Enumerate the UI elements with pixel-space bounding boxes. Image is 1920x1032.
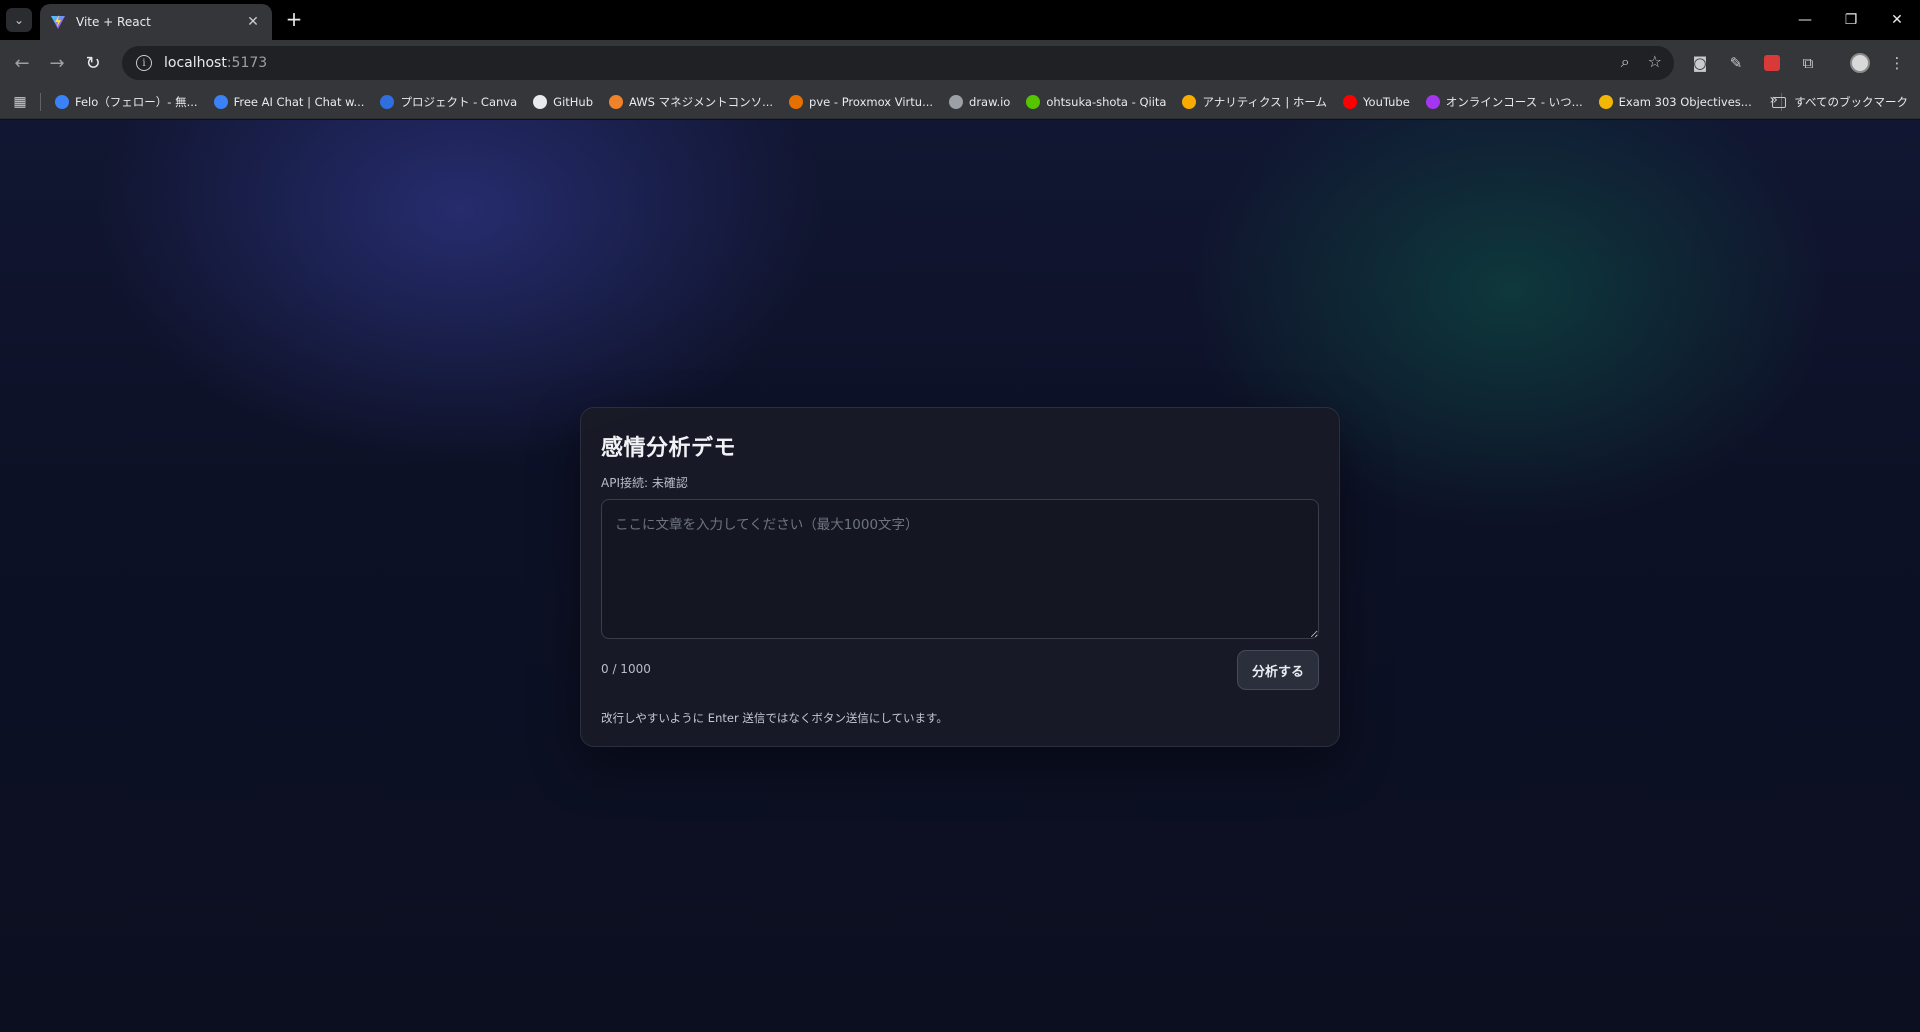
bookmark-label: Exam 303 Objectives...	[1618, 94, 1752, 109]
qiita-icon	[1026, 94, 1041, 109]
analyze-button[interactable]: 分析する	[1237, 650, 1319, 690]
text-input-area[interactable]	[601, 499, 1319, 639]
character-counter: 0 / 1000	[601, 662, 651, 676]
bookmark-label: オンラインコース - いつ...	[1445, 94, 1583, 109]
api-status-text: API接続: 未確認	[601, 476, 688, 490]
browser-menu-icon[interactable]: ⋮	[1886, 52, 1908, 74]
bookmark-label: AWS マネジメントコンソ...	[629, 94, 774, 109]
camera-extension-icon[interactable]: ◙	[1689, 52, 1711, 74]
bookmarks-bar: ▦ Felo（フェロー）- 無... Free AI Chat | Chat w.…	[0, 85, 1920, 119]
forward-arrow-icon[interactable]: →	[44, 50, 70, 76]
new-tab-plus-icon[interactable]: +	[282, 8, 306, 32]
canva-icon	[380, 94, 395, 109]
chat-icon	[213, 94, 228, 109]
tab-close-icon[interactable]: ✕	[244, 14, 262, 30]
bookmark-label: アナリティクス | ホーム	[1202, 94, 1328, 109]
profile-avatar[interactable]	[1849, 52, 1871, 74]
tab-search-chevron-icon[interactable]: ⌄	[6, 8, 32, 32]
bookmark-item[interactable]: プロジェクト - Canva	[372, 88, 525, 116]
bookmark-label: pve - Proxmox Virtu...	[809, 94, 934, 109]
page-viewport: 感情分析デモ API接続: 未確認 0 / 1000 分析する 改行しやすいよう…	[0, 120, 1920, 1032]
felo-icon	[55, 94, 69, 109]
bookmark-item[interactable]: YouTube	[1335, 88, 1418, 116]
udemy-icon	[1425, 94, 1440, 109]
all-bookmarks-label: すべてのブックマーク	[1794, 95, 1908, 109]
tab-title: Vite + React	[76, 15, 151, 29]
apps-grid-icon[interactable]: ▦	[0, 94, 40, 110]
bookmark-item[interactable]: Exam 303 Objectives...	[1591, 88, 1760, 116]
back-arrow-icon[interactable]: ←	[9, 50, 35, 76]
bookmark-label: draw.io	[969, 94, 1011, 109]
bookmark-item[interactable]: AWS マネジメントコンソ...	[601, 88, 781, 116]
bookmark-label: Free AI Chat | Chat w...	[233, 94, 365, 109]
bookmark-list: Felo（フェロー）- 無... Free AI Chat | Chat w...…	[47, 88, 1760, 116]
browser-tab[interactable]: Vite + React ✕	[40, 4, 272, 40]
bookmark-item[interactable]: pve - Proxmox Virtu...	[781, 88, 941, 116]
hint-text: 改行しやすいように Enter 送信ではなくボタン送信にしています。	[601, 711, 948, 725]
bookmark-item[interactable]: オンラインコース - いつ...	[1418, 88, 1591, 116]
all-bookmarks-button[interactable]: すべてのブックマーク	[1772, 85, 1908, 119]
close-window-icon[interactable]: ✕	[1874, 0, 1920, 40]
restore-window-icon[interactable]: ❐	[1828, 0, 1874, 40]
github-icon	[533, 94, 548, 109]
analytics-icon	[1182, 94, 1197, 109]
bookmark-label: YouTube	[1363, 94, 1410, 109]
folder-icon	[1772, 96, 1787, 108]
url-host: localhost	[164, 55, 227, 71]
bookmark-star-icon[interactable]: ☆	[1648, 52, 1662, 72]
zoom-icon[interactable]: ⌕	[1621, 52, 1630, 72]
bookmark-item[interactable]: GitHub	[525, 88, 601, 116]
bookmark-label: ohtsuka-shota - Qiita	[1046, 94, 1167, 109]
bookmark-label: プロジェクト - Canva	[400, 94, 518, 109]
bookmark-item[interactable]: アナリティクス | ホーム	[1174, 88, 1335, 116]
bookmark-item[interactable]: draw.io	[941, 88, 1018, 116]
bookmark-item[interactable]: ohtsuka-shota - Qiita	[1018, 88, 1174, 116]
browser-tab-bar: ⌄ Vite + React ✕ + — ❐ ✕	[0, 0, 1920, 40]
pen-extension-icon[interactable]: ✎	[1725, 52, 1747, 74]
minimize-window-icon[interactable]: —	[1782, 0, 1828, 40]
reload-icon[interactable]: ↻	[80, 50, 106, 76]
sentiment-analysis-card: 感情分析デモ API接続: 未確認 0 / 1000 分析する 改行しやすいよう…	[580, 407, 1340, 747]
youtube-icon	[1343, 94, 1358, 109]
site-info-icon[interactable]: i	[136, 55, 152, 71]
exam-icon	[1598, 94, 1613, 109]
drawio-icon	[949, 94, 964, 109]
red-extension-icon[interactable]	[1761, 52, 1783, 74]
page-title: 感情分析デモ	[601, 436, 737, 461]
aws-icon	[609, 94, 624, 109]
bookmark-label: GitHub	[553, 94, 594, 109]
proxmox-icon	[789, 94, 804, 109]
extensions-puzzle-icon[interactable]: ⧉	[1797, 52, 1819, 74]
url-text: localhost:5173	[164, 55, 267, 71]
address-bar[interactable]: i localhost:5173 ⌕ ☆	[122, 46, 1674, 80]
vite-logo-icon	[51, 15, 65, 29]
bookmark-item[interactable]: Free AI Chat | Chat w...	[206, 88, 373, 116]
bookmark-label: Felo（フェロー）- 無...	[75, 94, 198, 109]
url-port: :5173	[226, 55, 268, 71]
browser-toolbar: ← → ↻ i localhost:5173 ⌕ ☆ ◙ ✎ ⧉ ⋮	[0, 40, 1920, 85]
bookmark-item[interactable]: Felo（フェロー）- 無...	[47, 88, 206, 116]
bookmarks-separator	[40, 92, 41, 111]
